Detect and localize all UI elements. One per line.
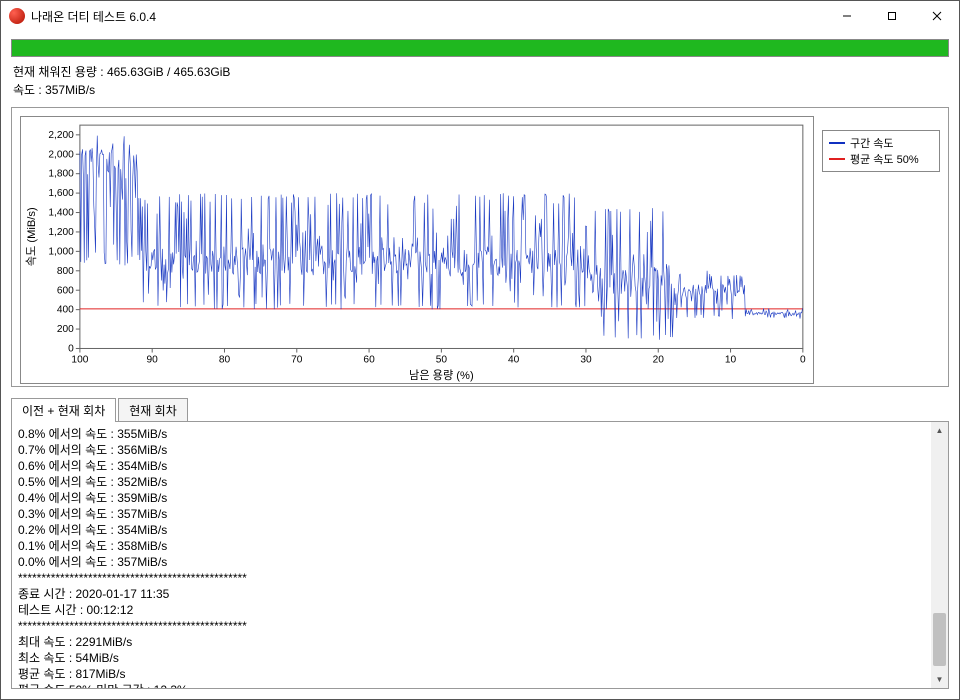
scroll-up-button[interactable]: ▲ — [931, 422, 948, 439]
svg-text:2,000: 2,000 — [48, 149, 74, 160]
svg-text:2,200: 2,200 — [48, 130, 74, 141]
progress-wrap — [1, 31, 959, 63]
log-tabs: 이전 + 현재 회차 현재 회차 — [11, 397, 949, 421]
svg-text:50: 50 — [436, 355, 448, 366]
svg-text:70: 70 — [291, 355, 303, 366]
maximize-button[interactable] — [869, 1, 914, 31]
svg-text:10: 10 — [725, 355, 737, 366]
svg-text:30: 30 — [580, 355, 592, 366]
tab-current[interactable]: 현재 회차 — [118, 398, 188, 422]
scroll-thumb[interactable] — [933, 613, 946, 666]
svg-text:100: 100 — [71, 355, 88, 366]
svg-text:40: 40 — [508, 355, 520, 366]
app-icon — [9, 8, 25, 24]
close-button[interactable] — [914, 1, 959, 31]
status-filled: 현재 채워진 용량 : 465.63GiB / 465.63GiB — [13, 63, 947, 81]
minimize-button[interactable] — [824, 1, 869, 31]
svg-text:20: 20 — [653, 355, 665, 366]
svg-text:400: 400 — [57, 305, 74, 316]
svg-text:1,800: 1,800 — [48, 169, 74, 180]
chart-area: 02004006008001,0001,2001,4001,6001,8002,… — [20, 116, 814, 384]
svg-text:90: 90 — [147, 355, 159, 366]
log-box: 0.8% 에서의 속도 : 355MiB/s 0.7% 에서의 속도 : 356… — [11, 421, 949, 689]
svg-text:80: 80 — [219, 355, 231, 366]
svg-text:1,200: 1,200 — [48, 227, 74, 238]
svg-text:0: 0 — [68, 344, 74, 355]
tab-previous-and-current[interactable]: 이전 + 현재 회차 — [11, 398, 116, 422]
svg-text:1,000: 1,000 — [48, 246, 74, 257]
log-content[interactable]: 0.8% 에서의 속도 : 355MiB/s 0.7% 에서의 속도 : 356… — [12, 422, 931, 688]
scroll-track[interactable] — [931, 439, 948, 671]
svg-text:600: 600 — [57, 285, 74, 296]
svg-text:1,600: 1,600 — [48, 188, 74, 199]
scrollbar-vertical[interactable]: ▲ ▼ — [931, 422, 948, 688]
window-title: 나래온 더티 테스트 6.0.4 — [31, 8, 824, 25]
progress-bar — [11, 39, 949, 57]
status-block: 현재 채워진 용량 : 465.63GiB / 465.63GiB 속도 : 3… — [1, 63, 959, 107]
chart-panel: 02004006008001,0001,2001,4001,6001,8002,… — [11, 107, 949, 387]
svg-text:200: 200 — [57, 324, 74, 335]
svg-text:60: 60 — [363, 355, 375, 366]
legend-swatch-blue — [829, 142, 845, 144]
legend-item-avg50: 평균 속도 50% — [829, 151, 933, 167]
svg-text:속도 (MiB/s): 속도 (MiB/s) — [25, 207, 38, 266]
svg-text:1,400: 1,400 — [48, 208, 74, 219]
svg-text:남은 용량 (%): 남은 용량 (%) — [409, 369, 474, 382]
legend-label-1: 구간 속도 — [850, 135, 894, 151]
legend-swatch-red — [829, 158, 845, 160]
scroll-down-button[interactable]: ▼ — [931, 671, 948, 688]
svg-text:0: 0 — [800, 355, 806, 366]
window-controls — [824, 1, 959, 31]
chart-legend: 구간 속도 평균 속도 50% — [822, 130, 940, 172]
svg-text:800: 800 — [57, 266, 74, 277]
legend-item-interval-speed: 구간 속도 — [829, 135, 933, 151]
status-speed: 속도 : 357MiB/s — [13, 81, 947, 99]
titlebar: 나래온 더티 테스트 6.0.4 — [1, 1, 959, 31]
legend-label-2: 평균 속도 50% — [850, 151, 919, 167]
speed-chart: 02004006008001,0001,2001,4001,6001,8002,… — [21, 117, 813, 383]
